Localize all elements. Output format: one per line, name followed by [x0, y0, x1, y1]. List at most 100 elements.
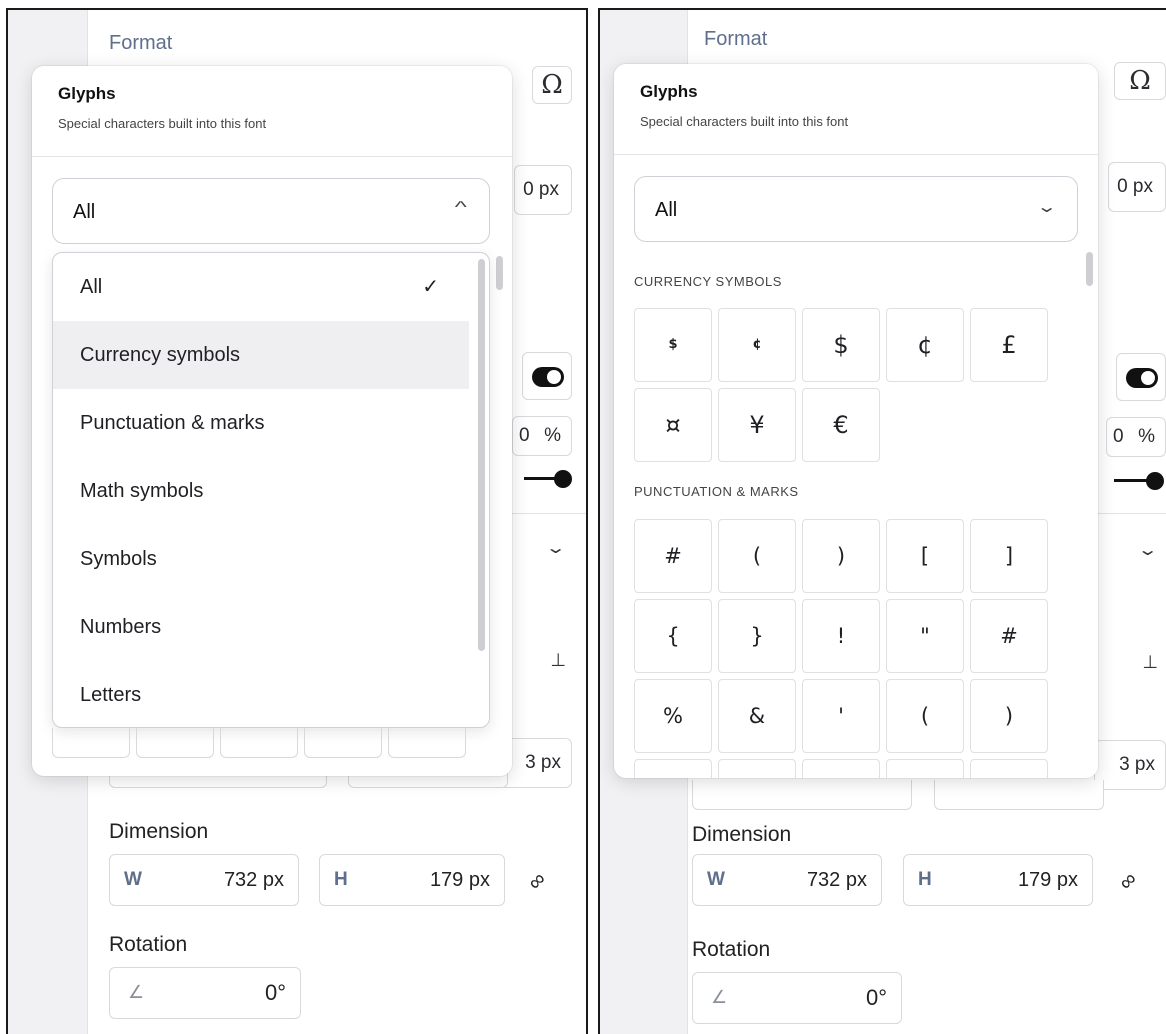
- spacing-input[interactable]: 3 px: [1094, 740, 1166, 790]
- glyph-cell[interactable]: ': [802, 679, 880, 753]
- angle-icon: ∠: [128, 982, 145, 1002]
- glyph-cell[interactable]: $: [634, 308, 712, 382]
- glyph-cell[interactable]: ): [970, 679, 1048, 753]
- popover-title: Glyphs: [58, 84, 116, 103]
- percent-sign: %: [544, 425, 561, 446]
- category-select-value: All: [655, 199, 678, 221]
- glyphs-button[interactable]: Ω: [532, 66, 572, 104]
- dropdown-option-label: All: [80, 276, 103, 298]
- rotation-label: Rotation: [109, 933, 188, 956]
- popover-subtitle: Special characters built into this font: [640, 114, 849, 129]
- popover-scrollbar[interactable]: [1086, 252, 1093, 286]
- chevron-down-icon[interactable]: ⌄: [1137, 540, 1158, 560]
- percent-sign: %: [1138, 426, 1155, 447]
- toggle-switch[interactable]: [1126, 368, 1158, 388]
- dropdown-option[interactable]: Currency symbols: [53, 321, 469, 389]
- glyph-cell[interactable]: [52, 728, 130, 758]
- popover-subtitle: Special characters built into this font: [58, 116, 267, 131]
- rotation-input[interactable]: ∠ 0°: [109, 967, 301, 1019]
- glyph-cell[interactable]: %: [634, 679, 712, 753]
- glyph-cell[interactable]: [718, 759, 796, 778]
- dropdown-option[interactable]: Punctuation & marks: [53, 389, 469, 457]
- glyph-cell[interactable]: (: [886, 679, 964, 753]
- dimension-label: Dimension: [109, 820, 209, 843]
- glyph-cell[interactable]: $: [802, 308, 880, 382]
- glyph-cell[interactable]: [388, 728, 466, 758]
- height-input[interactable]: H 179 px: [319, 854, 505, 906]
- chevron-down-icon[interactable]: ⌄: [545, 538, 566, 558]
- glyph-cell[interactable]: £: [970, 308, 1048, 382]
- glyph-cell[interactable]: !: [802, 599, 880, 673]
- dropdown-scrollbar[interactable]: [478, 259, 485, 651]
- percent-input[interactable]: 0%: [512, 416, 572, 456]
- toggle-switch[interactable]: [532, 367, 564, 387]
- glyphs-popover: Glyphs Special characters built into thi…: [32, 66, 512, 776]
- size-input[interactable]: 0 px: [514, 165, 572, 215]
- panel-dropdown-open: Format Ω 0 px 0% ⌄ ⊥ 3 px Dimension W 73…: [6, 8, 588, 1034]
- hidden-input[interactable]: [692, 780, 912, 810]
- glyph-cell[interactable]: ¢: [886, 308, 964, 382]
- glyph-cell[interactable]: ¤: [634, 388, 712, 462]
- hidden-input[interactable]: [934, 780, 1104, 810]
- link-icon[interactable]: ∞: [522, 866, 551, 895]
- glyphs-popover: Glyphs Special characters built into thi…: [614, 64, 1098, 778]
- rotation-input[interactable]: ∠ 0°: [692, 972, 902, 1024]
- glyph-cell[interactable]: ): [802, 519, 880, 593]
- glyph-section-title: PUNCTUATION & MARKS: [634, 484, 799, 499]
- category-select[interactable]: All ⌄: [634, 176, 1078, 242]
- link-icon[interactable]: ∞: [1113, 866, 1142, 895]
- size-input[interactable]: 0 px: [1108, 162, 1166, 212]
- category-select-value: All: [73, 201, 96, 223]
- width-input[interactable]: W 732 px: [692, 854, 882, 906]
- glyphs-button[interactable]: Ω: [1114, 62, 1166, 100]
- glyph-cell[interactable]: [634, 759, 712, 778]
- chevron-down-icon: ⌄: [1035, 199, 1058, 216]
- dropdown-option[interactable]: Letters: [53, 661, 469, 727]
- glyph-cell[interactable]: [970, 759, 1048, 778]
- glyph-cell[interactable]: [220, 728, 298, 758]
- dropdown-option[interactable]: Numbers: [53, 593, 469, 661]
- glyph-cell[interactable]: [886, 759, 964, 778]
- glyph-cell[interactable]: [: [886, 519, 964, 593]
- align-bottom-icon[interactable]: ⊥: [1142, 652, 1158, 673]
- glyph-cell[interactable]: (: [718, 519, 796, 593]
- width-input[interactable]: W 732 px: [109, 854, 299, 906]
- glyph-cell[interactable]: [802, 759, 880, 778]
- dropdown-option[interactable]: All ✓: [53, 253, 469, 321]
- category-select[interactable]: All ^: [52, 178, 490, 244]
- glyph-cell[interactable]: &: [718, 679, 796, 753]
- glyph-cell[interactable]: #: [634, 519, 712, 593]
- format-title: Format: [704, 28, 768, 50]
- height-label: H: [918, 869, 932, 890]
- glyph-cell[interactable]: ¥: [718, 388, 796, 462]
- slider-handle[interactable]: [554, 470, 572, 488]
- glyph-cell[interactable]: ¢: [718, 308, 796, 382]
- height-input[interactable]: H 179 px: [903, 854, 1093, 906]
- glyph-cell[interactable]: ": [886, 599, 964, 673]
- dimension-label: Dimension: [692, 823, 792, 846]
- chevron-up-icon: ^: [455, 199, 468, 216]
- glyph-cell[interactable]: ]: [970, 519, 1048, 593]
- slider-handle[interactable]: [1146, 472, 1164, 490]
- toggle-box[interactable]: [1116, 353, 1166, 401]
- popover-divider: [32, 156, 512, 157]
- dropdown-option[interactable]: Symbols: [53, 525, 469, 593]
- dropdown-option-label: Letters: [80, 684, 142, 706]
- glyph-cell[interactable]: #: [970, 599, 1048, 673]
- glyph-cell[interactable]: {: [634, 599, 712, 673]
- width-label: W: [124, 869, 142, 890]
- height-value: 179 px: [429, 869, 490, 891]
- popover-title: Glyphs: [640, 82, 698, 101]
- align-bottom-icon[interactable]: ⊥: [550, 650, 566, 671]
- toggle-box[interactable]: [522, 352, 572, 400]
- glyph-cell[interactable]: [136, 728, 214, 758]
- dropdown-option[interactable]: Math symbols: [53, 457, 469, 525]
- glyph-cell[interactable]: €: [802, 388, 880, 462]
- glyph-cell[interactable]: [304, 728, 382, 758]
- popover-scrollbar[interactable]: [496, 256, 503, 290]
- panel-glyph-grid: Format Ω 0 px 0% ⌄ ⊥ 3 px Dimension W 73…: [598, 8, 1166, 1034]
- width-label: W: [707, 869, 725, 890]
- glyph-cell[interactable]: }: [718, 599, 796, 673]
- dropdown-option-label: Symbols: [80, 548, 157, 570]
- percent-input[interactable]: 0%: [1106, 417, 1166, 457]
